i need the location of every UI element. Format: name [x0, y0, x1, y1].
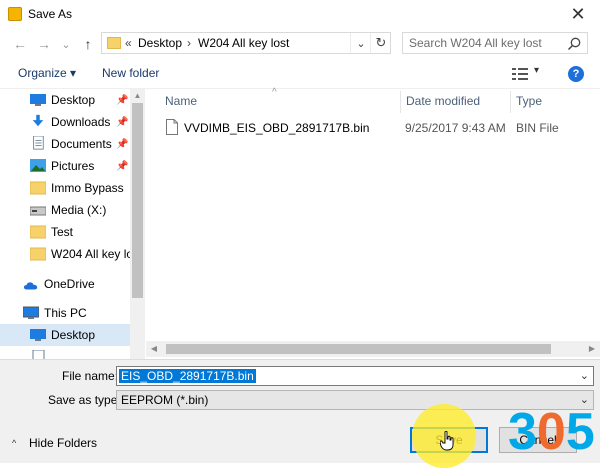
sidebar-item-this-pc[interactable]: This PC — [0, 302, 130, 324]
breadcrumb-current-folder[interactable]: W204 All key lost — [198, 36, 289, 50]
pictures-icon — [30, 159, 46, 172]
file-list-horizontal-scrollbar[interactable]: ◀ ▶ — [146, 341, 600, 357]
watermark-digit: 0 — [536, 403, 566, 461]
folder-icon — [30, 225, 46, 239]
sidebar-item-onedrive[interactable]: OneDrive — [0, 273, 130, 295]
close-button[interactable]: ✕ — [564, 2, 592, 26]
scroll-up-icon[interactable]: ▲ — [130, 89, 145, 103]
file-name-input[interactable]: EIS_OBD_2891717B.bin ⌄ — [116, 366, 594, 386]
file-list: ^ Name Date modified Type VVDIMB_EIS_OBD… — [146, 87, 600, 359]
view-options-icon[interactable] — [512, 67, 528, 81]
save-as-type-value: EEPROM (*.bin) — [121, 393, 209, 407]
search-box[interactable] — [402, 32, 588, 54]
desktop-icon — [30, 94, 46, 106]
help-icon[interactable]: ? — [568, 66, 584, 82]
scrollbar-thumb[interactable] — [166, 344, 551, 354]
window-title: Save As — [28, 7, 73, 21]
file-type: BIN File — [516, 121, 559, 135]
pin-icon[interactable]: 📌 — [116, 139, 128, 150]
sidebar-item-partial[interactable] — [0, 346, 130, 359]
scroll-left-icon[interactable]: ◀ — [146, 341, 162, 357]
folder-icon — [30, 181, 46, 195]
file-row[interactable]: VVDIMB_EIS_OBD_2891717B.bin 9/25/2017 9:… — [162, 117, 582, 139]
search-icon[interactable] — [566, 36, 582, 52]
pin-icon[interactable]: 📌 — [116, 161, 128, 172]
sidebar-item-label: Media (X:) — [51, 203, 107, 217]
pin-icon[interactable]: 📌 — [116, 95, 128, 106]
save-as-type-label: Save as type: — [48, 393, 121, 407]
breadcrumb-separator-icon: › — [187, 36, 191, 50]
sidebar-item-desktop[interactable]: Desktop 📌 — [0, 89, 130, 111]
file-name-label: File name: — [62, 369, 119, 383]
app-icon — [8, 7, 22, 21]
file-icon — [166, 119, 178, 135]
sidebar-item-label: Pictures — [51, 159, 95, 173]
sidebar-item-label: Desktop — [51, 93, 96, 107]
sidebar-item-label: W204 All key lost — [51, 247, 143, 261]
sidebar-item-pictures[interactable]: Pictures 📌 — [0, 155, 130, 177]
sidebar-item-label: OneDrive — [44, 277, 95, 291]
recent-locations-button[interactable]: ⌄ — [56, 34, 76, 54]
scrollbar-thumb[interactable] — [132, 103, 143, 298]
address-overflow-icon[interactable]: « — [125, 36, 132, 50]
drive-icon — [30, 206, 46, 216]
watermark-digit: 5 — [565, 403, 595, 461]
organize-button[interactable]: Organize ▾ — [18, 66, 76, 80]
hide-folders-label: Hide Folders — [29, 436, 98, 450]
address-dropdown-icon[interactable]: ⌄ — [350, 33, 371, 53]
watermark-logo: 3 0 5 — [508, 402, 600, 462]
view-dropdown-icon[interactable]: ▾ — [534, 65, 539, 76]
breadcrumb-desktop[interactable]: Desktop — [138, 36, 182, 50]
sort-indicator-icon: ^ — [272, 87, 277, 98]
column-divider[interactable] — [400, 91, 401, 113]
search-input[interactable] — [403, 33, 569, 53]
pin-icon[interactable]: 📌 — [116, 117, 128, 128]
sidebar-item-immo-bypass[interactable]: Immo Bypass — [0, 177, 130, 199]
file-name-dropdown-icon[interactable]: ⌄ — [580, 369, 589, 382]
address-bar[interactable]: « Desktop › W204 All key lost ⌄ ↻ — [101, 32, 391, 54]
navigation-pane-scrollbar[interactable]: ▲ — [130, 89, 145, 359]
folder-icon — [107, 37, 121, 49]
sidebar-item-label: Documents — [51, 137, 112, 151]
scroll-right-icon[interactable]: ▶ — [584, 341, 600, 357]
onedrive-icon — [23, 282, 38, 290]
watermark-digit: 3 — [508, 403, 537, 461]
hide-folders-button[interactable]: ^ Hide Folders — [12, 436, 97, 450]
download-icon — [32, 114, 44, 127]
documents-icon — [33, 136, 44, 150]
documents-icon — [32, 350, 45, 359]
sidebar-item-label: Desktop — [51, 328, 96, 342]
back-button[interactable]: ← — [10, 34, 30, 54]
folder-icon — [30, 247, 46, 261]
sidebar-item-desktop-selected[interactable]: Desktop — [0, 324, 130, 346]
column-header-date-modified[interactable]: Date modified — [406, 94, 480, 108]
save-button[interactable]: Save — [410, 427, 488, 453]
desktop-icon — [30, 329, 46, 341]
chevron-up-icon: ^ — [12, 438, 17, 448]
file-name-value: EIS_OBD_2891717B.bin — [119, 369, 256, 383]
sidebar-item-w204-all-key-lost[interactable]: W204 All key lost — [0, 243, 142, 265]
sidebar-item-media-x[interactable]: Media (X:) — [0, 199, 130, 221]
sidebar-item-label: Immo Bypass — [51, 181, 124, 195]
column-header-type[interactable]: Type — [516, 94, 542, 108]
sidebar-item-label: Test — [51, 225, 74, 239]
sidebar-item-documents[interactable]: Documents 📌 — [0, 133, 130, 155]
up-button[interactable]: ↑ — [78, 34, 98, 54]
sidebar-item-label: This PC — [44, 306, 87, 320]
column-header-name[interactable]: Name — [165, 94, 197, 108]
new-folder-button[interactable]: New folder — [102, 66, 159, 80]
sidebar-item-test[interactable]: Test — [0, 221, 130, 243]
sidebar-item-label: Downloads — [51, 115, 111, 129]
title-bar: Save As ✕ — [0, 0, 600, 28]
command-toolbar: Organize ▾ New folder ▾ — [0, 60, 600, 89]
computer-icon — [23, 306, 39, 319]
forward-button[interactable]: → — [34, 34, 54, 54]
column-divider[interactable] — [510, 91, 511, 113]
file-date-modified: 9/25/2017 9:43 AM — [405, 121, 506, 135]
file-name: VVDIMB_EIS_OBD_2891717B.bin — [184, 121, 370, 135]
navigation-pane: Desktop 📌 Downloads 📌 Documents 📌 Pictur… — [0, 89, 145, 359]
refresh-icon[interactable]: ↻ — [370, 33, 391, 53]
sidebar-item-downloads[interactable]: Downloads 📌 — [0, 111, 130, 133]
